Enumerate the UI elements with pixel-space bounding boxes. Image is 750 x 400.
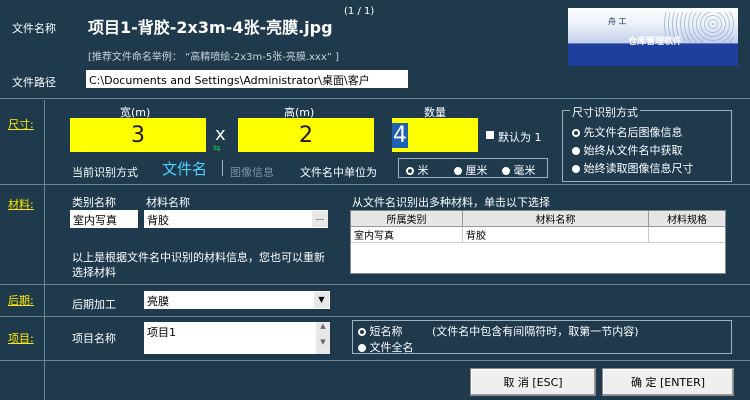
default-one-checkbox[interactable]: [486, 131, 494, 139]
ok-button[interactable]: 确 定 [ENTER]: [602, 368, 734, 396]
post-label: 后期加工: [72, 298, 116, 311]
unit-mm-label: 毫米: [513, 164, 536, 177]
multi-material-title: 从文件名识别出多种材料，单击以下选择: [352, 196, 550, 209]
quantity-value: 4: [392, 122, 408, 148]
radio-icon: [358, 344, 366, 352]
radio-icon: [572, 165, 580, 173]
size-section-label: 尺寸:: [8, 118, 34, 131]
table-cell: [649, 227, 725, 243]
post-section-label: 后期:: [8, 294, 34, 307]
quantity-input[interactable]: 4: [392, 118, 478, 152]
project-full-label: 文件全名: [369, 341, 414, 354]
recog-option-third-label: 始终读取图像信息尺寸: [583, 162, 694, 175]
recog-option-first[interactable]: 先文件名后图像信息: [572, 124, 683, 140]
material-name-label: 材料名称: [146, 196, 190, 209]
unit-label: 文件名中单位为: [300, 166, 377, 179]
recog-option-second-label: 始终从文件名中获取: [583, 144, 683, 157]
table-col-spec[interactable]: 材料规格: [649, 211, 725, 227]
unit-option-mm[interactable]: 毫米: [502, 162, 536, 178]
naming-hint: [推荐文件命名举例： “高精喷绘-2x3m-5张-亮膜.xxx” ]: [88, 52, 340, 63]
project-name-label: 项目名称: [72, 332, 116, 345]
file-path-label: 文件路径: [12, 76, 56, 89]
logo-small-text: 舟 工: [608, 17, 627, 26]
recog-option-third[interactable]: 始终读取图像信息尺寸: [572, 160, 694, 176]
software-logo: 舟 工 仓库管理软件: [568, 8, 738, 66]
swap-icon[interactable]: ⇆: [213, 144, 221, 154]
file-path-field[interactable]: C:\Documents and Settings\Administrator\…: [86, 70, 408, 88]
current-mode-label: 当前识别方式: [72, 166, 138, 179]
unit-meter-label: 米: [417, 164, 429, 177]
table-cell: 室内写真: [351, 227, 463, 243]
recog-option-second[interactable]: 始终从文件名中获取: [572, 142, 683, 158]
radio-icon: [572, 147, 580, 155]
material-note: 以上是根据文件名中识别的材料信息，您也可以重新选择材料: [72, 251, 325, 279]
recognition-title: 尺寸识别方式: [570, 104, 640, 120]
recog-option-first-label: 先文件名后图像信息: [583, 126, 683, 139]
cancel-button[interactable]: 取 消 [ESC]: [470, 368, 596, 396]
material-section-label: 材料:: [8, 198, 34, 211]
default-one-label: 默认为 1: [498, 131, 542, 144]
table-col-name[interactable]: 材料名称: [463, 211, 649, 227]
unit-option-meter[interactable]: 米: [406, 162, 429, 178]
category-field[interactable]: 室内写真: [70, 210, 138, 228]
project-name-field[interactable]: 项目1 ▲ ▼: [144, 322, 330, 354]
material-name-field[interactable]: 背胶: [144, 210, 328, 228]
radio-icon: [454, 167, 462, 175]
category-label: 类别名称: [72, 196, 116, 209]
image-info-label: 图像信息: [230, 166, 274, 179]
unit-cm-label: 厘米: [465, 164, 488, 177]
project-section-label: 项目:: [8, 332, 34, 345]
unit-option-cm[interactable]: 厘米: [454, 162, 488, 178]
project-short-note: (文件名中包含有间隔符时，取第一节内容): [432, 325, 639, 338]
page-indicator: (1 / 1): [344, 6, 375, 17]
project-short-label: 短名称: [369, 325, 403, 338]
browse-button[interactable]: ...: [312, 211, 328, 227]
table-col-category[interactable]: 所属类别: [351, 211, 463, 227]
chevron-down-icon[interactable]: ▼: [314, 292, 329, 308]
radio-icon: [406, 167, 414, 175]
project-name-value: 项目1: [147, 326, 176, 339]
project-option-short[interactable]: 短名称: [358, 323, 403, 339]
radio-icon: [502, 167, 510, 175]
table-cell: 背胶: [463, 227, 649, 243]
file-name-label: 文件名称: [12, 22, 56, 35]
width-input[interactable]: 3: [70, 118, 206, 152]
file-name-value: 项目1-背胶-2x3m-4张-亮膜.jpg: [88, 18, 333, 37]
radio-icon: [358, 328, 366, 336]
post-select[interactable]: 亮膜: [144, 291, 330, 309]
table-header: 所属类别 材料名称 材料规格: [351, 211, 725, 227]
table-row[interactable]: 室内写真 背胶: [351, 227, 725, 243]
radio-icon: [572, 129, 580, 137]
scrollbar[interactable]: ▲ ▼: [316, 322, 330, 354]
project-option-full[interactable]: 文件全名: [358, 339, 414, 355]
logo-text: 仓库管理软件: [628, 37, 683, 47]
material-table: 所属类别 材料名称 材料规格 室内写真 背胶: [350, 210, 726, 274]
height-input[interactable]: 2: [238, 118, 374, 152]
current-mode-value: 文件名: [162, 160, 208, 178]
times-sign: x: [215, 124, 226, 145]
